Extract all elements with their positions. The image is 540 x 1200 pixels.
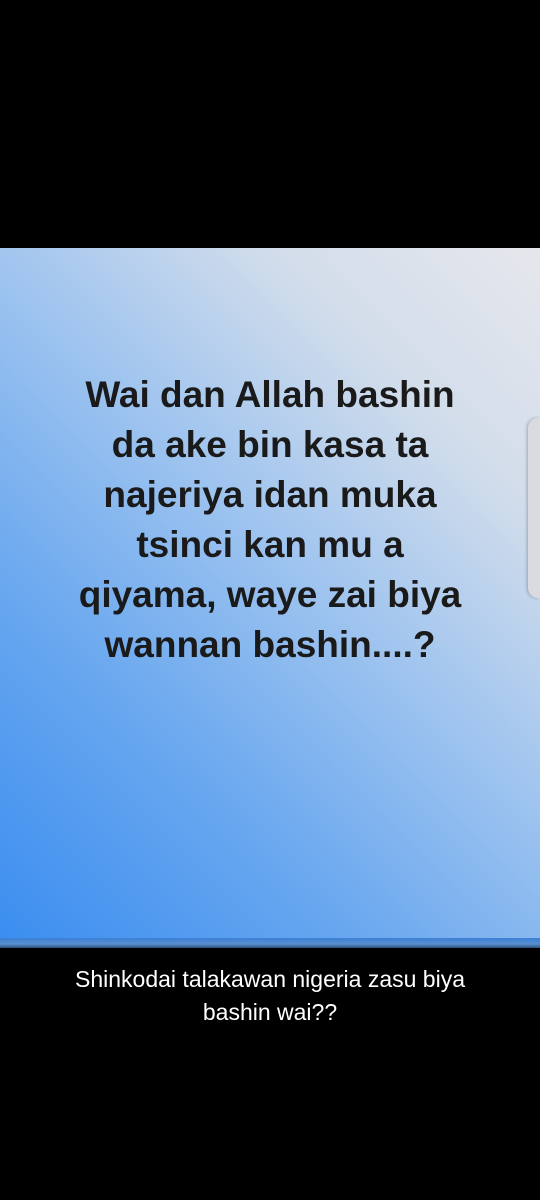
status-post-card[interactable]: Wai dan Allah bashin da ake bin kasa ta … (0, 248, 540, 946)
post-text-line: najeriya idan muka (103, 474, 437, 515)
post-text-line: Wai dan Allah bashin (85, 374, 455, 415)
post-text: Wai dan Allah bashin da ake bin kasa ta … (20, 370, 520, 670)
caption-text: Shinkodai talakawan nigeria zasu biya ba… (20, 963, 520, 1029)
post-text-line: wannan bashin....? (104, 624, 436, 665)
card-bottom-edge (0, 938, 540, 948)
post-text-line: qiyama, waye zai biya (78, 574, 462, 615)
caption-line: Shinkodai talakawan nigeria zasu biya (75, 966, 465, 992)
edge-panel-handle[interactable] (528, 418, 540, 598)
post-text-line: tsinci kan mu a (136, 524, 404, 565)
post-text-line: da ake bin kasa ta (111, 424, 429, 465)
caption-line: bashin wai?? (202, 999, 338, 1025)
